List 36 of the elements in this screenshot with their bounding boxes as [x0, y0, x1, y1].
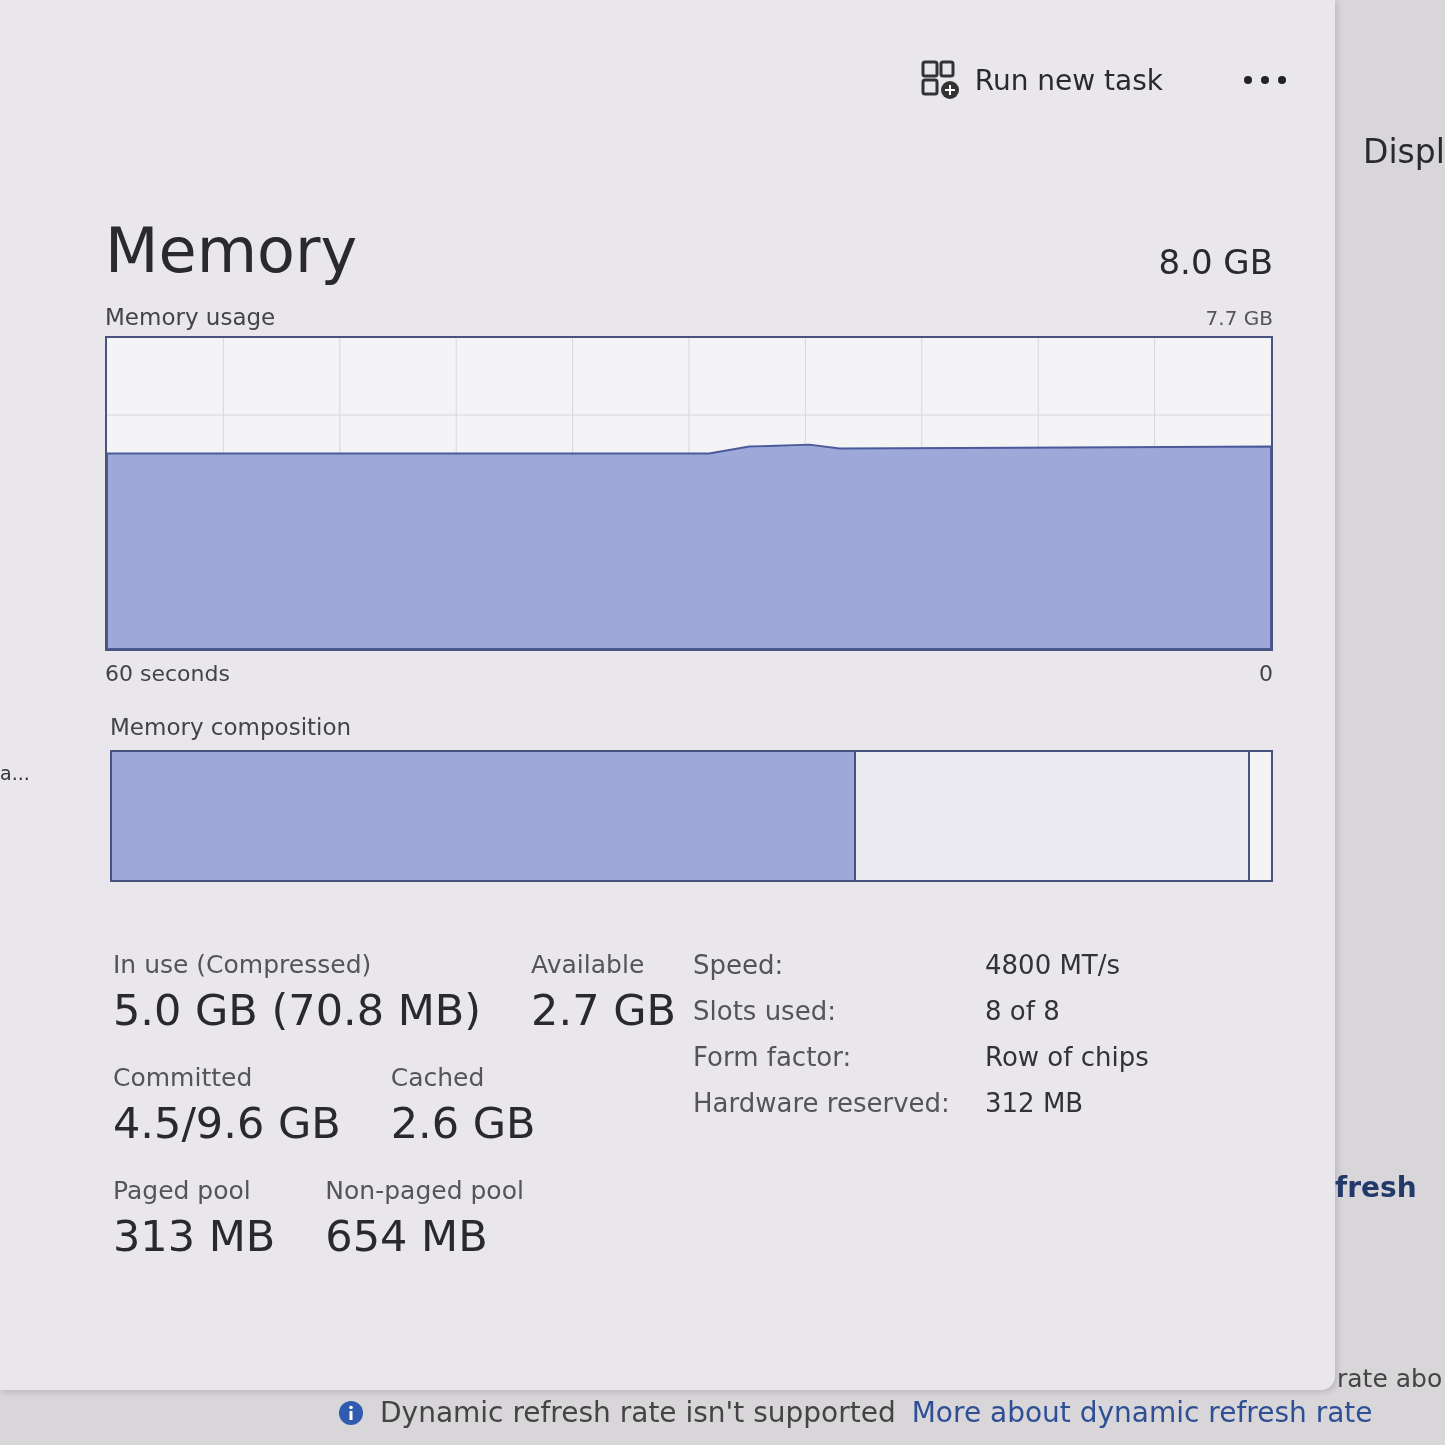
refresh-link[interactable]: fresh [1335, 1171, 1445, 1204]
stat-label: Available [531, 950, 646, 979]
dynamic-refresh-link[interactable]: More about dynamic refresh rate [911, 1396, 1373, 1429]
spec-label: Form factor: [693, 1042, 853, 1072]
axis-zero-label: 0 [1259, 661, 1273, 686]
stat-value: 654 MB [325, 1211, 489, 1261]
stat-label: Committed [113, 1063, 254, 1092]
stat-value: 313 MB [113, 1211, 276, 1261]
spec-label: Slots used: [693, 996, 837, 1026]
sidebar-text: a... [0, 762, 31, 784]
stat-label: In use (Compressed) [113, 950, 373, 979]
rate-text: rate abo [1337, 1364, 1444, 1390]
stat-value: 2.7 GB [531, 985, 676, 1035]
info-icon [338, 1399, 364, 1426]
composition-label: Memory composition [109, 714, 353, 740]
spec-value: Row of chips [985, 1042, 1149, 1072]
section-heading: Displ [1363, 132, 1445, 171]
stat-value: 2.6 GB [390, 1098, 536, 1148]
spec-label: Speed: [693, 950, 785, 980]
stat-label: Cached [390, 1063, 486, 1092]
total-memory: 8.0 GB [1158, 242, 1273, 282]
more-icon [1243, 75, 1287, 85]
spec-value: 8 of 8 [985, 996, 1061, 1026]
stat-label: Non-paged pool [325, 1176, 524, 1205]
time-span-label: 60 seconds [105, 661, 230, 686]
spec-label: Hardware reserved: [693, 1088, 951, 1118]
spec-value: 4800 MT/s [985, 950, 1122, 980]
stat-label: Paged pool [113, 1176, 252, 1205]
run-new-task-button[interactable]: Run new task [916, 56, 1167, 104]
stat-value: 5.0 GB (70.8 MB) [113, 985, 482, 1035]
stat-value: 4.5/9.6 GB [113, 1098, 341, 1148]
usage-label: Memory usage [105, 304, 276, 330]
notice-text: Dynamic refresh rate isn't supported [380, 1396, 896, 1429]
spec-value: 312 MB [985, 1088, 1085, 1118]
usage-max: 7.7 GB [1205, 306, 1273, 330]
grid-plus-icon [920, 60, 961, 100]
